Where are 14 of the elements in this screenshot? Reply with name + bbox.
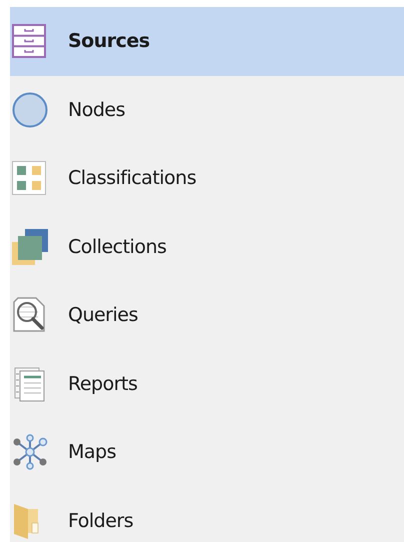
stacked-squares-icon [12, 228, 48, 265]
navigation-item[interactable]: Maps [10, 418, 404, 486]
navigation-item[interactable]: Sources [10, 7, 404, 76]
network-map-icon [12, 434, 48, 470]
drawer-cabinet-icon [12, 24, 46, 58]
grid-icon [12, 161, 46, 196]
navigation-item[interactable]: Reports [10, 350, 404, 418]
magnifier-document-icon [12, 297, 48, 334]
navigation-item[interactable]: Queries [10, 281, 404, 350]
navigation-item[interactable]: Collections [10, 212, 404, 281]
navigation-item[interactable]: Nodes [10, 76, 404, 144]
navigation-item[interactable]: Folders [10, 486, 404, 542]
circle-icon [12, 92, 48, 128]
navigation-item[interactable]: Classifications [10, 144, 404, 212]
